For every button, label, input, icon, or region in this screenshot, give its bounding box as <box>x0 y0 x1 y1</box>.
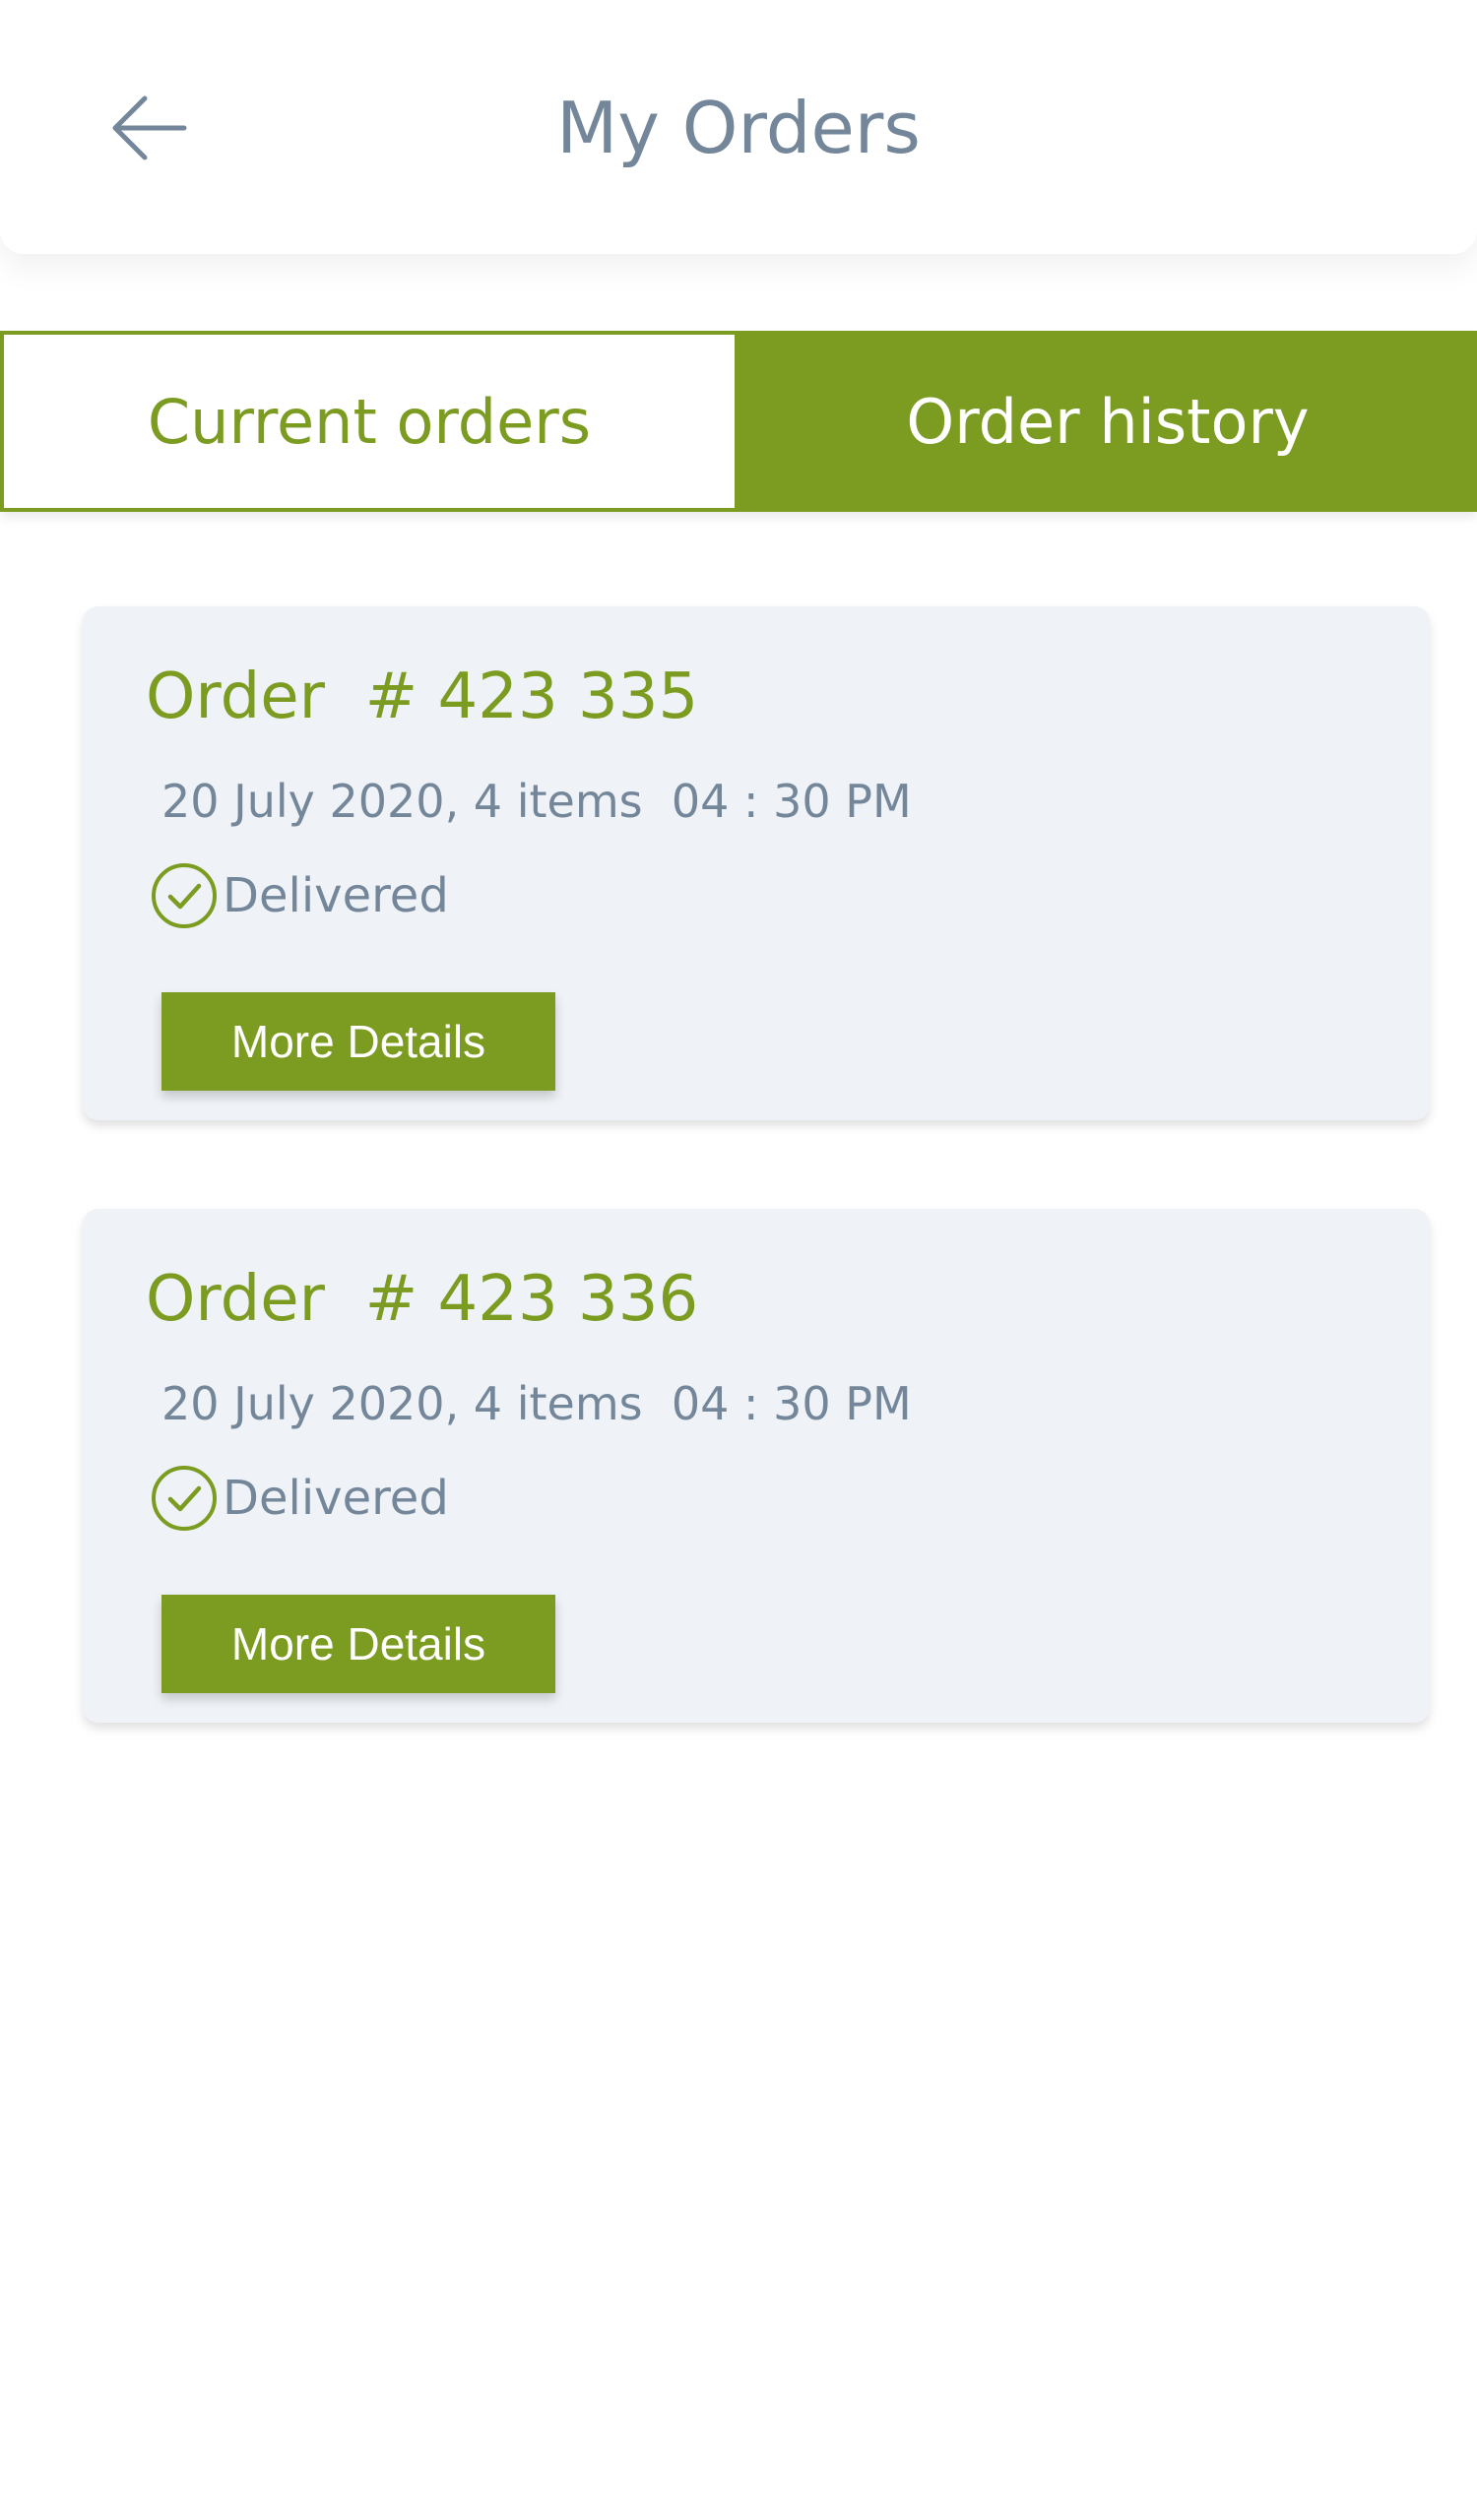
check-circle-icon <box>152 863 217 928</box>
order-list: Order # 423 335 20 July 2020, 4 items 04… <box>83 606 1430 1811</box>
order-title: Order # 423 335 <box>146 661 699 733</box>
more-details-button[interactable]: More Details <box>161 992 555 1091</box>
order-tabs: Current orders Order history <box>0 331 1477 512</box>
status-label: Delivered <box>223 1471 449 1526</box>
order-card: Order # 423 335 20 July 2020, 4 items 04… <box>83 606 1430 1120</box>
check-circle-icon <box>152 1466 217 1531</box>
order-meta: 20 July 2020, 4 items 04 : 30 PM <box>161 1377 912 1430</box>
order-title: Order # 423 336 <box>146 1263 699 1336</box>
app-header: My Orders <box>0 0 1477 254</box>
page-title: My Orders <box>556 87 921 169</box>
more-details-button[interactable]: More Details <box>161 1595 555 1693</box>
order-meta: 20 July 2020, 4 items 04 : 30 PM <box>161 775 912 828</box>
order-status: Delivered <box>150 860 449 931</box>
status-label: Delivered <box>223 868 449 923</box>
order-card: Order # 423 336 20 July 2020, 4 items 04… <box>83 1209 1430 1723</box>
tab-current-orders[interactable]: Current orders <box>0 331 738 512</box>
tab-order-history[interactable]: Order history <box>738 331 1477 512</box>
order-status: Delivered <box>150 1463 449 1534</box>
